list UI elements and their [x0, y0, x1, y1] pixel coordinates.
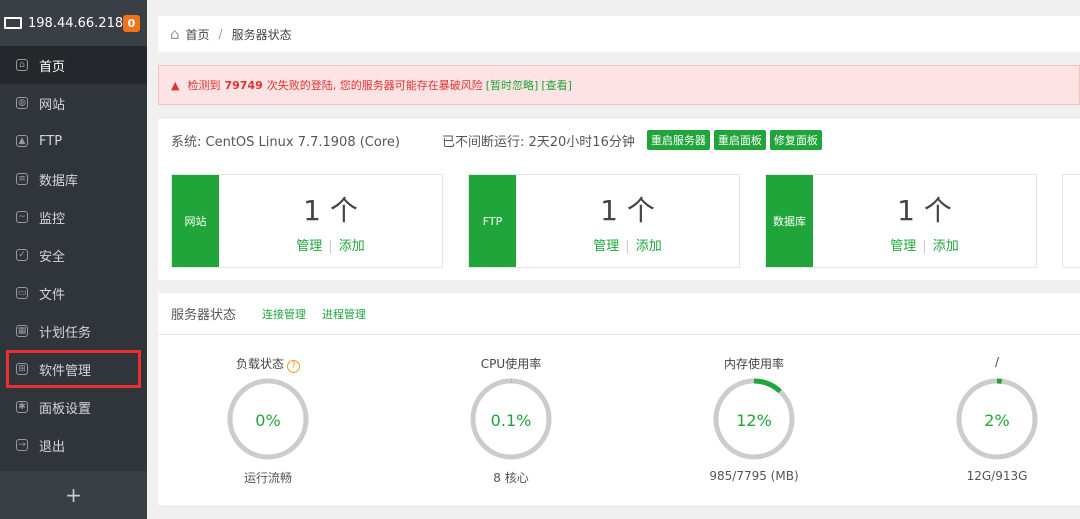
gauge-sub: 985/7795 (MB): [709, 469, 799, 483]
folder-icon: ▭: [16, 287, 28, 299]
gauge-title: /: [994, 355, 1000, 369]
system-info: 系统: CentOS Linux 7.7.1908 (Core): [171, 134, 400, 150]
sidebar-item-label: 软件管理: [39, 363, 92, 379]
view-link[interactable]: [查看]: [541, 77, 572, 93]
security-alert: ▲ 检测到 79749 次失败的登陆, 您的服务器可能存在暴破风险 [暂时忽略]…: [158, 65, 1080, 105]
breadcrumb-current: 服务器状态: [231, 27, 292, 42]
sidebar-item-6[interactable]: ▭ 文件: [0, 274, 147, 312]
gear-icon: ✱: [16, 401, 28, 413]
alert-message: 次失败的登陆, 您的服务器可能存在暴破风险: [266, 79, 483, 92]
gauge[interactable]: 内存使用率 12% 985/7795 (MB): [694, 355, 814, 483]
sidebar-item-label: 首页: [39, 59, 66, 75]
monitor-icon: [4, 17, 22, 29]
globe-icon: ◍: [16, 97, 28, 109]
breadcrumb-separator: /: [218, 27, 223, 41]
help-icon[interactable]: ?: [287, 360, 300, 373]
breadcrumb: ⌂ 首页 / 服务器状态: [158, 16, 1080, 52]
repair-panel-button[interactable]: 修复面板: [769, 130, 822, 150]
sidebar-item-label: FTP: [39, 133, 63, 149]
server-ip: 198.44.66.218: [28, 15, 124, 31]
alert-text: 检测到: [187, 79, 221, 92]
stat-card: 网站 1 个管理 | 添加: [171, 174, 443, 268]
ignore-link[interactable]: [暂时忽略]: [486, 77, 539, 93]
sidebar-item-7[interactable]: ▦ 计划任务: [0, 312, 147, 350]
card-count: 1 个: [303, 194, 358, 227]
home-icon: ⌂: [16, 59, 28, 71]
connection-manage-link[interactable]: 连接管理: [262, 306, 306, 322]
sidebar-item-4[interactable]: ~ 监控: [0, 198, 147, 236]
sidebar-item-label: 文件: [39, 287, 66, 303]
uptime: 已不间断运行: 2天20小时16分钟: [441, 134, 635, 150]
sidebar-item-label: 计划任务: [39, 325, 92, 341]
process-manage-link[interactable]: 进程管理: [322, 306, 366, 322]
add-link[interactable]: 添加: [339, 239, 365, 254]
sidebar-item-label: 退出: [39, 439, 66, 455]
notification-badge[interactable]: 0: [123, 15, 140, 32]
breadcrumb-home[interactable]: 首页: [186, 26, 210, 43]
shield-icon: ✓: [16, 249, 28, 261]
gauge[interactable]: / 2% 12G/913G: [937, 355, 1057, 483]
database-icon: ≡: [16, 173, 28, 185]
add-link[interactable]: 添加: [636, 239, 662, 254]
apps-icon: ⊞: [16, 363, 28, 375]
sidebar-item-label: 数据库: [39, 173, 79, 189]
manage-link[interactable]: 管理: [593, 239, 619, 254]
warning-icon: ▲: [171, 78, 180, 92]
add-link[interactable]: 添加: [933, 239, 959, 254]
logout-icon: →: [16, 439, 28, 451]
sidebar-item-3[interactable]: ≡ 数据库: [0, 160, 147, 198]
gauge-title: 负载状态: [235, 357, 284, 371]
server-status-panel: 服务器状态 连接管理 进程管理 负载状态? 0% 运行流畅 CPU使用率 0.1%…: [158, 293, 1080, 505]
gauge-value: 0%: [255, 411, 281, 430]
gauge-sub: 12G/913G: [966, 469, 1028, 483]
card-count: 1 个: [897, 194, 952, 227]
add-button[interactable]: +: [0, 471, 147, 519]
manage-link[interactable]: 管理: [890, 239, 916, 254]
gauge-title: CPU使用率: [480, 357, 542, 371]
restart-server-button[interactable]: 重启服务器: [646, 130, 710, 150]
card-label: FTP: [469, 175, 516, 267]
gauge[interactable]: 负载状态? 0% 运行流畅: [208, 355, 328, 486]
gauge[interactable]: CPU使用率 0.1% 8 核心: [451, 355, 571, 486]
card-count: 1 个: [600, 194, 655, 227]
sidebar: 198.44.66.218 0 ⌂ 首页 ◍ 网站 ▲ FTP ≡ 数据库 ~ 监控 ✓ 安全 ▭ 文件 ▦…: [0, 0, 147, 519]
overview-panel: 系统: CentOS Linux 7.7.1908 (Core) 已不间断运行:…: [158, 119, 1080, 280]
sidebar-item-label: 安全: [39, 249, 66, 265]
calendar-icon: ▦: [16, 325, 28, 337]
sidebar-item-8[interactable]: ⊞ 软件管理: [6, 350, 141, 388]
card-label: 网站: [172, 175, 219, 267]
gauge-value: 12%: [736, 411, 772, 430]
sidebar-item-label: 监控: [39, 211, 66, 227]
gauge-sub: 运行流畅: [243, 471, 292, 485]
stat-card: 数据库 1 个管理 | 添加: [765, 174, 1037, 268]
home-icon[interactable]: ⌂: [170, 25, 180, 43]
alert-count: 79749: [224, 78, 263, 92]
monitor-icon: ~: [16, 211, 28, 223]
card-label: 数据库: [766, 175, 813, 267]
sidebar-item-10[interactable]: → 退出: [0, 426, 147, 464]
sidebar-item-label: 网站: [39, 97, 66, 113]
sidebar-item-label: 面板设置: [39, 401, 92, 417]
gauge-title: 内存使用率: [723, 357, 784, 371]
gauge-value: 2%: [984, 411, 1010, 430]
card-partial: [1062, 174, 1080, 268]
stat-card: FTP 1 个管理 | 添加: [468, 174, 740, 268]
sidebar-item-2[interactable]: ▲ FTP: [0, 122, 147, 160]
manage-link[interactable]: 管理: [296, 239, 322, 254]
gauge-value: 0.1%: [490, 411, 532, 430]
sidebar-item-9[interactable]: ✱ 面板设置: [0, 388, 147, 426]
sidebar-item-1[interactable]: ◍ 网站: [0, 84, 147, 122]
ftp-icon: ▲: [16, 135, 28, 147]
gauge-sub: 8 核心: [493, 471, 529, 485]
sidebar-item-5[interactable]: ✓ 安全: [0, 236, 147, 274]
status-title: 服务器状态: [171, 308, 237, 323]
restart-panel-button[interactable]: 重启面板: [713, 130, 766, 150]
sidebar-item-0[interactable]: ⌂ 首页: [0, 46, 147, 84]
